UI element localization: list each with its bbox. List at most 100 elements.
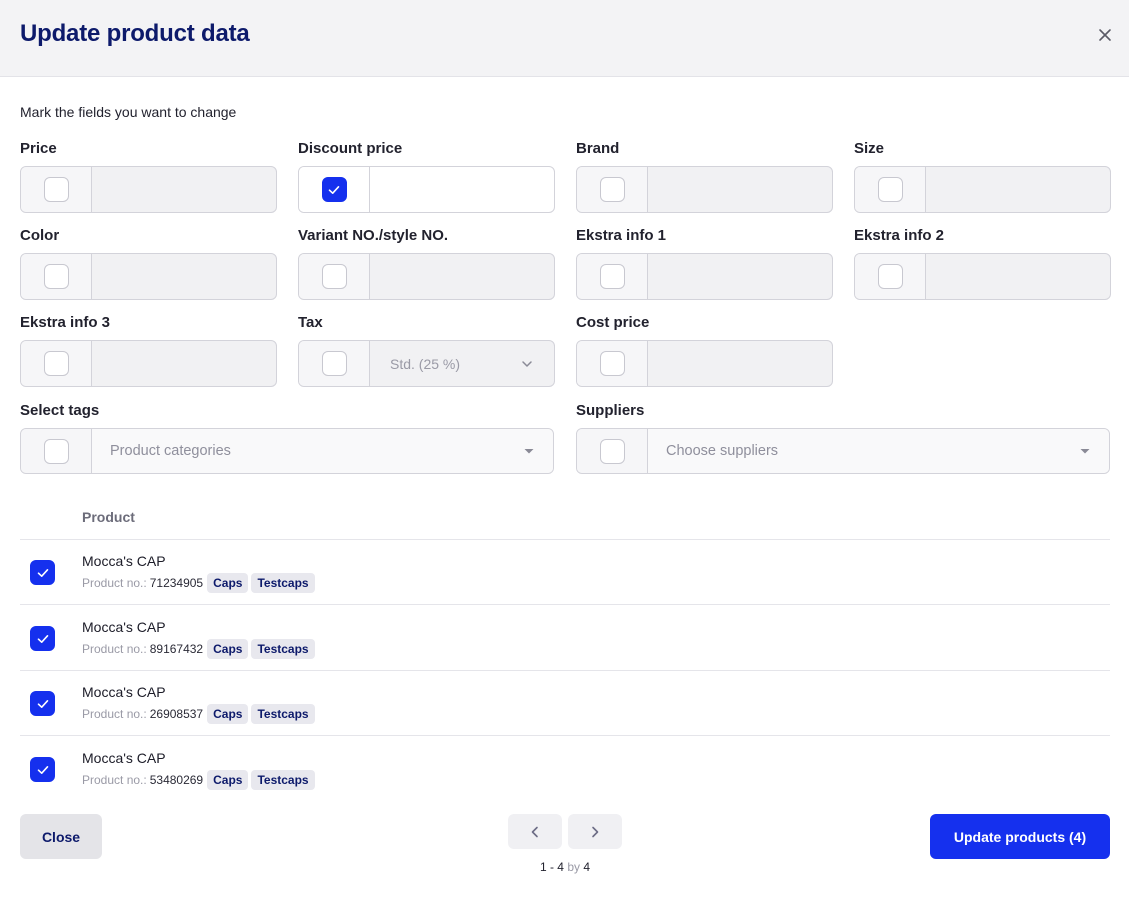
table-divider (20, 604, 1110, 605)
product-meta: Product no.: 53480269 Caps Testcaps (82, 770, 318, 790)
discount-price-field (298, 166, 555, 213)
ekstra-info-3-label: Ekstra info 3 (20, 314, 111, 331)
size-input (926, 167, 1110, 212)
product-tag: Testcaps (251, 639, 315, 659)
caret-down-icon (1080, 449, 1090, 454)
size-label: Size (854, 140, 885, 157)
table-row: Mocca's CAP Product no.: 26908537 Caps T… (20, 671, 1110, 736)
price-field (20, 166, 277, 213)
color-checkbox[interactable] (43, 264, 69, 289)
cost-price-label: Cost price (576, 314, 650, 331)
product-tag: Testcaps (251, 573, 315, 593)
product-no-label: Product no.: (82, 773, 147, 787)
tax-checkbox[interactable] (321, 351, 347, 376)
row-checkbox[interactable] (30, 691, 55, 716)
table-row: Mocca's CAP Product no.: 53480269 Caps T… (20, 737, 1110, 802)
pagination-total: 4 (583, 860, 591, 874)
suppliers-checkbox[interactable] (599, 438, 625, 464)
product-no-value: 71234905 (149, 576, 204, 590)
price-input (92, 167, 276, 212)
tax-select: Std. (25 %) (370, 341, 554, 386)
suppliers-select[interactable]: Choose suppliers (648, 429, 1109, 473)
check-icon (37, 765, 48, 774)
tags-select-placeholder: Product categories (110, 443, 231, 459)
discount-price-label: Discount price (298, 140, 403, 157)
cost-price-input (648, 341, 832, 386)
ekstra-info-3-checkbox[interactable] (43, 351, 69, 376)
table-row: Mocca's CAP Product no.: 71234905 Caps T… (20, 540, 1110, 605)
product-no-value: 26908537 (149, 707, 204, 721)
update-products-button[interactable]: Update products (4) (930, 814, 1110, 859)
ekstra-info-2-field (854, 253, 1111, 300)
brand-input (648, 167, 832, 212)
ekstra-info-1-checkbox[interactable] (599, 264, 625, 289)
select-tags-label: Select tags (20, 402, 100, 419)
product-no-value: 89167432 (149, 642, 204, 656)
size-checkbox[interactable] (877, 177, 903, 202)
select-tags-checkbox[interactable] (43, 438, 69, 464)
suppliers-select-placeholder: Choose suppliers (666, 443, 779, 459)
color-field (20, 253, 277, 300)
ekstra-info-3-field (20, 340, 277, 387)
pagination-range: 1 - 4 (539, 860, 564, 874)
table-row: Mocca's CAP Product no.: 89167432 Caps T… (20, 606, 1110, 671)
price-checkbox[interactable] (43, 177, 69, 202)
tax-field: Std. (25 %) (298, 340, 555, 387)
next-page-button[interactable] (568, 814, 622, 849)
row-checkbox[interactable] (30, 757, 55, 782)
color-label: Color (20, 227, 60, 244)
product-tag: Caps (207, 704, 249, 724)
discount-price-checkbox[interactable] (321, 177, 347, 202)
table-divider (20, 735, 1110, 736)
caret-down-icon (524, 449, 534, 454)
variant-no-checkbox[interactable] (321, 264, 347, 289)
close-icon[interactable] (1094, 24, 1116, 46)
ekstra-info-2-input (926, 254, 1110, 299)
product-no-value: 53480269 (149, 773, 204, 787)
check-icon (328, 185, 340, 194)
product-name: Mocca's CAP (82, 553, 166, 569)
close-button[interactable]: Close (20, 814, 102, 859)
cost-price-checkbox[interactable] (599, 351, 625, 376)
table-header-product: Product (82, 509, 135, 525)
chevron-down-icon (522, 360, 532, 367)
ekstra-info-3-input (92, 341, 276, 386)
pagination-info: 1 - 4 by 4 (508, 860, 622, 874)
variant-no-label: Variant NO./style NO. (298, 227, 449, 244)
product-name: Mocca's CAP (82, 684, 166, 700)
variant-no-field (298, 253, 555, 300)
product-no-label: Product no.: (82, 642, 147, 656)
tax-label: Tax (298, 314, 323, 331)
product-meta: Product no.: 71234905 Caps Testcaps (82, 573, 318, 593)
pagination-by: by (567, 860, 580, 874)
discount-price-input[interactable] (370, 167, 554, 212)
prev-page-button[interactable] (508, 814, 562, 849)
product-meta: Product no.: 26908537 Caps Testcaps (82, 704, 318, 724)
product-tag: Caps (207, 573, 249, 593)
product-no-label: Product no.: (82, 576, 147, 590)
ekstra-info-2-label: Ekstra info 2 (854, 227, 945, 244)
product-tag: Testcaps (251, 704, 315, 724)
color-input (92, 254, 276, 299)
chevron-right-icon (592, 826, 599, 837)
ekstra-info-1-label: Ekstra info 1 (576, 227, 667, 244)
ekstra-info-1-input (648, 254, 832, 299)
check-icon (37, 568, 48, 577)
row-checkbox[interactable] (30, 560, 55, 585)
product-tag: Caps (207, 639, 249, 659)
row-checkbox[interactable] (30, 626, 55, 651)
variant-no-input (370, 254, 554, 299)
suppliers-field: Choose suppliers (576, 428, 1110, 474)
check-icon (37, 634, 48, 643)
brand-label: Brand (576, 140, 620, 157)
brand-checkbox[interactable] (599, 177, 625, 202)
product-name: Mocca's CAP (82, 619, 166, 635)
product-no-label: Product no.: (82, 707, 147, 721)
tax-select-value: Std. (25 %) (390, 355, 461, 372)
ekstra-info-2-checkbox[interactable] (877, 264, 903, 289)
tags-select[interactable]: Product categories (92, 429, 553, 473)
product-meta: Product no.: 89167432 Caps Testcaps (82, 639, 318, 659)
dialog-header: Update product data (0, 0, 1129, 77)
instructions-text: Mark the fields you want to change (20, 104, 237, 120)
select-tags-field: Product categories (20, 428, 554, 474)
